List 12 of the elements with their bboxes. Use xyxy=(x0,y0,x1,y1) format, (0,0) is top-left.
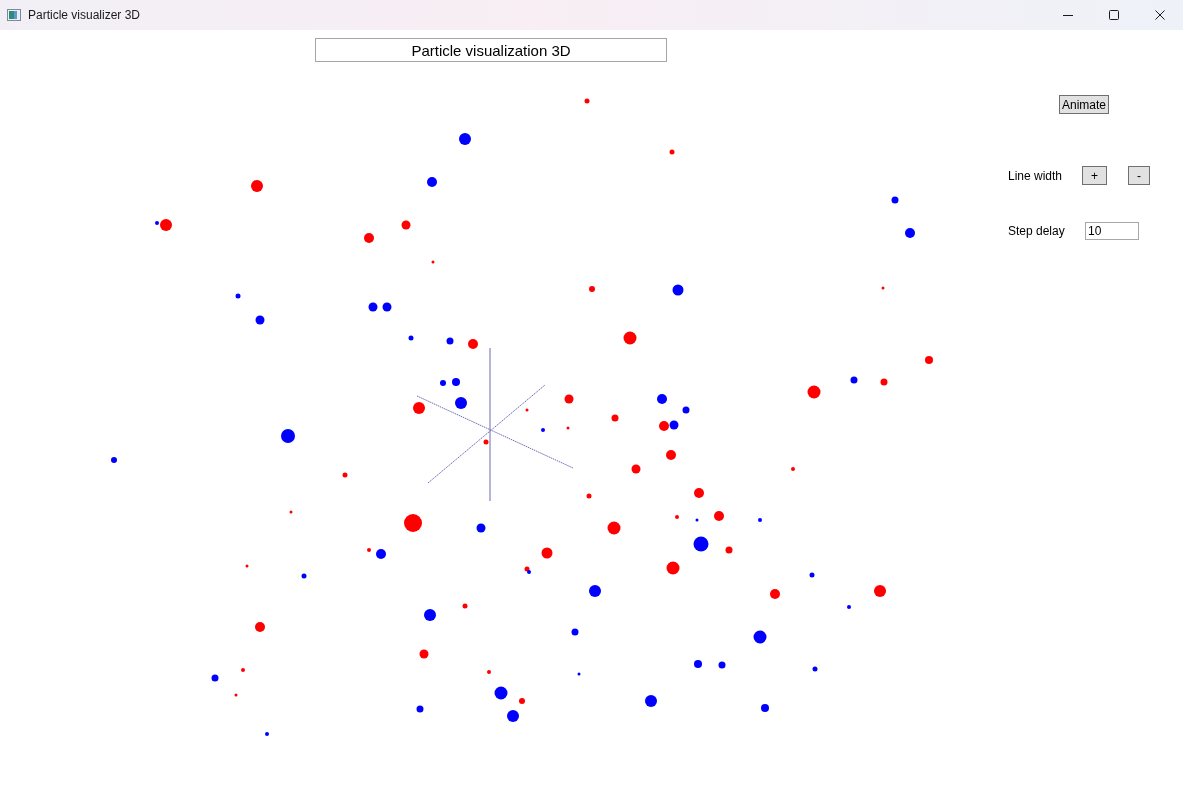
close-icon xyxy=(1155,10,1165,20)
title-field[interactable]: Particle visualization 3D xyxy=(315,38,667,62)
window-title: Particle visualizer 3D xyxy=(28,8,141,22)
increase-button[interactable]: + xyxy=(1082,166,1107,185)
decrease-button[interactable]: - xyxy=(1128,166,1150,185)
step-delay-label: Step delay xyxy=(1008,223,1066,238)
maximize-icon xyxy=(1109,10,1119,20)
line-width-label: Line width xyxy=(1008,168,1064,183)
minimize-icon xyxy=(1063,14,1073,16)
animate-button[interactable]: Animate xyxy=(1059,95,1110,114)
app-window-icon xyxy=(7,9,21,21)
step-delay-field[interactable]: 10 xyxy=(1085,221,1139,240)
